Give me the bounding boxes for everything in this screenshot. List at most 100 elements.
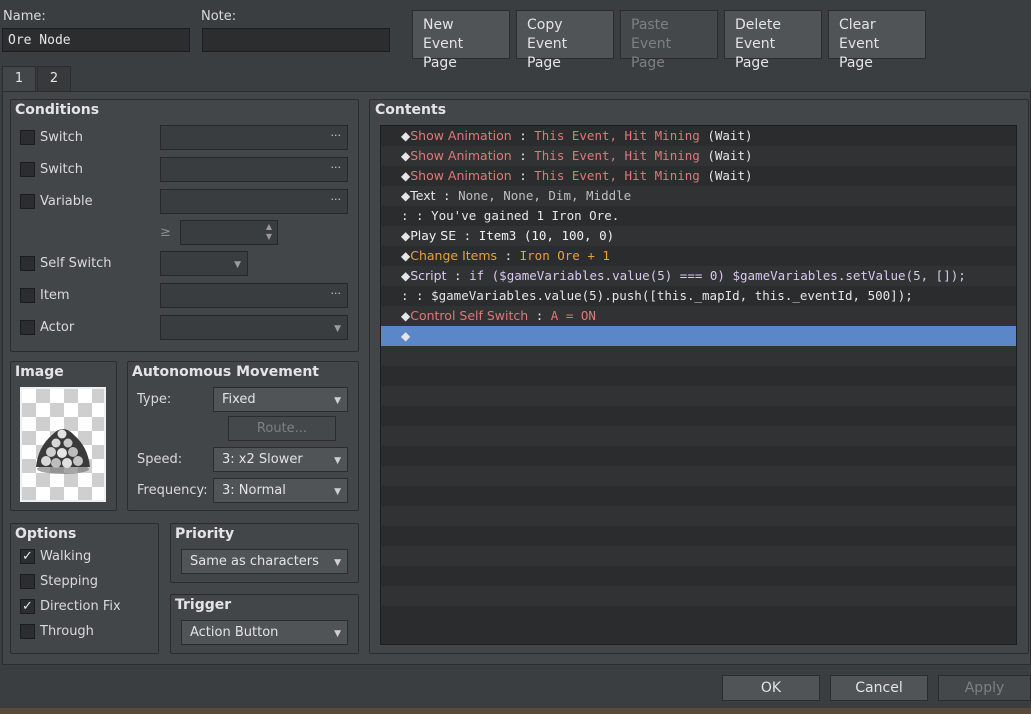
empty-row — [381, 546, 1016, 566]
movement-type-select[interactable]: Fixed ▼ — [213, 387, 348, 412]
command-row-selected[interactable]: ◆ — [381, 326, 1016, 346]
conditions-title: Conditions — [15, 102, 100, 118]
switch2-label: Switch — [40, 162, 83, 177]
self-switch-select[interactable]: ▼ — [160, 251, 248, 276]
event-image-preview[interactable] — [20, 387, 106, 502]
delete-event-page-line1: Delete — [735, 17, 781, 33]
command-row[interactable]: ◆Text : None, None, Dim, Middle — [381, 186, 1016, 206]
command-row[interactable]: ◆Show Animation : This Event, Hit Mining… — [381, 126, 1016, 146]
empty-row — [381, 426, 1016, 446]
command-suffix: (Wait) — [699, 148, 753, 163]
trigger-title: Trigger — [175, 597, 232, 613]
frequency-value: 3: Normal — [222, 483, 286, 498]
empty-row — [381, 366, 1016, 386]
new-event-page-button[interactable]: New Event Page — [412, 10, 510, 71]
cancel-button[interactable]: Cancel — [830, 675, 928, 701]
paste-event-page-line1: Paste — [631, 17, 669, 33]
paste-event-page-line2: Event Page — [631, 36, 672, 71]
ok-button[interactable]: OK — [722, 675, 820, 701]
empty-row — [381, 406, 1016, 426]
copy-event-page-line2: Event Page — [527, 36, 568, 71]
trigger-dropdown-icon: ▼ — [334, 629, 341, 639]
continuation-marker: : — [401, 288, 409, 303]
variable-value-spinner[interactable]: ▲ ▼ — [180, 220, 278, 245]
switch1-field[interactable]: ··· — [160, 125, 348, 150]
note-input[interactable] — [202, 28, 390, 52]
priority-value: Same as characters — [190, 554, 319, 569]
empty-row — [381, 386, 1016, 406]
command-separator: : — [511, 148, 535, 163]
stepping-label: Stepping — [40, 574, 98, 589]
speed-select[interactable]: 3: x2 Slower ▼ — [213, 447, 348, 472]
copy-event-page-line1: Copy — [527, 17, 563, 33]
autonomous-movement-title: Autonomous Movement — [132, 364, 319, 380]
variable-field[interactable]: ··· — [160, 189, 348, 214]
walking-checkbox[interactable]: ✓ — [20, 549, 35, 564]
switch1-dots-icon: ··· — [330, 129, 342, 142]
switch1-checkbox[interactable] — [20, 130, 35, 145]
empty-row — [381, 606, 1016, 626]
stepping-checkbox[interactable] — [20, 574, 35, 589]
command-bullet-icon: ◆ — [401, 189, 411, 203]
command-row[interactable]: ◆Control Self Switch : A = ON — [381, 306, 1016, 326]
actor-select[interactable]: ▼ — [160, 315, 348, 340]
speed-dropdown-icon: ▼ — [334, 456, 341, 466]
command-separator: : — [497, 248, 520, 263]
command-separator: : — [446, 268, 470, 283]
clear-event-page-button[interactable]: Clear Event Page — [828, 10, 926, 71]
frequency-select[interactable]: 3: Normal ▼ — [213, 478, 348, 503]
command-name: Change Items — [410, 248, 498, 263]
note-label: Note: — [201, 9, 237, 24]
command-separator: : — [528, 308, 551, 323]
clear-event-page-line2: Event Page — [839, 36, 880, 71]
command-row[interactable]: : : $gameVariables.value(5).push([this._… — [381, 286, 1016, 306]
apply-button[interactable]: Apply — [938, 675, 1031, 701]
priority-title: Priority — [175, 526, 235, 542]
item-field[interactable]: ··· — [160, 283, 348, 308]
item-checkbox[interactable] — [20, 288, 35, 303]
command-row[interactable]: ◆Show Animation : This Event, Hit Mining… — [381, 166, 1016, 186]
delete-event-page-button[interactable]: Delete Event Page — [724, 10, 822, 71]
new-event-page-line2: Event Page — [423, 36, 464, 71]
copy-event-page-button[interactable]: Copy Event Page — [516, 10, 614, 71]
switch2-field[interactable]: ··· — [160, 157, 348, 182]
actor-checkbox[interactable] — [20, 320, 35, 335]
actor-dropdown-icon: ▼ — [334, 324, 341, 334]
trigger-select[interactable]: Action Button ▼ — [181, 620, 348, 645]
command-name: Show Animation — [410, 128, 512, 143]
command-separator: : — [511, 168, 535, 183]
continuation-text: $gameVariables.value(5).push([this._mapI… — [431, 288, 913, 303]
command-separator: : — [456, 228, 479, 243]
command-params: A = ON — [550, 308, 596, 323]
priority-select[interactable]: Same as characters ▼ — [181, 549, 348, 574]
movement-type-value: Fixed — [222, 392, 256, 407]
command-row[interactable]: ◆Script : if ($gameVariables.value(5) ==… — [381, 266, 1016, 286]
direction-fix-checkbox[interactable]: ✓ — [20, 599, 35, 614]
frequency-dropdown-icon: ▼ — [334, 487, 341, 497]
continuation-text: You've gained 1 Iron Ore. — [431, 208, 620, 223]
command-suffix: (Wait) — [699, 128, 753, 143]
walking-check-icon: ✓ — [22, 549, 33, 564]
switch2-checkbox[interactable] — [20, 162, 35, 177]
command-row[interactable]: : : You've gained 1 Iron Ore. — [381, 206, 1016, 226]
self-switch-checkbox[interactable] — [20, 256, 35, 271]
command-row[interactable]: ◆Show Animation : This Event, Hit Mining… — [381, 146, 1016, 166]
name-input[interactable] — [2, 28, 190, 52]
tab-page-1[interactable]: 1 — [2, 66, 36, 92]
clear-event-page-line1: Clear — [839, 17, 876, 33]
item-label: Item — [40, 288, 70, 303]
variable-checkbox[interactable] — [20, 194, 35, 209]
switch2-dots-icon: ··· — [330, 161, 342, 174]
command-bullet-icon: ◆ — [401, 309, 411, 323]
command-params: This Event, Hit Mining — [534, 128, 700, 143]
route-button[interactable]: Route... — [228, 416, 336, 441]
actor-label: Actor — [40, 320, 75, 335]
event-command-list[interactable]: ◆ Show Animation : This Event, Hit Mining… — [380, 125, 1017, 645]
delete-event-page-line2: Event Page — [735, 36, 776, 71]
paste-event-page-button[interactable]: Paste Event Page — [620, 10, 718, 71]
command-bullet-icon: ◆ — [401, 329, 411, 343]
through-checkbox[interactable] — [20, 624, 35, 639]
command-row[interactable]: ◆Change Items : Iron Ore + 1 — [381, 246, 1016, 266]
command-row[interactable]: ◆Play SE : Item3 (10, 100, 0) — [381, 226, 1016, 246]
tab-page-2[interactable]: 2 — [37, 66, 71, 91]
